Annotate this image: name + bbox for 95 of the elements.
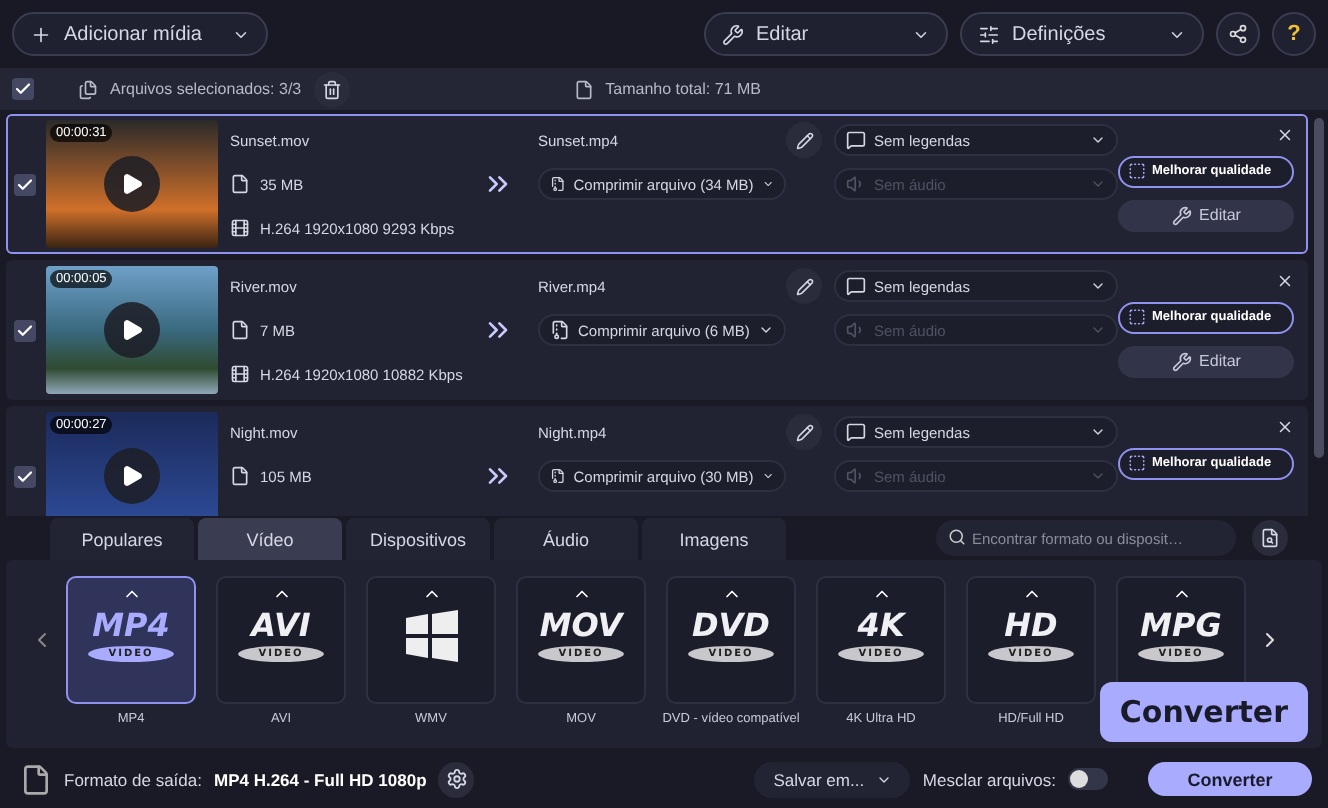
- format-tab[interactable]: Áudio: [494, 518, 638, 560]
- file-icon: [230, 320, 250, 340]
- sliders-icon: [978, 23, 1000, 45]
- film-icon: [230, 218, 250, 238]
- add-media-button[interactable]: Adicionar mídia: [12, 12, 268, 56]
- speech-bubble-icon: [846, 276, 866, 296]
- format-logo-text: AVI: [251, 608, 311, 642]
- total-size: Tamanho total: 71 MB: [605, 80, 761, 98]
- file-icon: [573, 79, 594, 99]
- merge-files-label: Mesclar arquivos:: [922, 769, 1056, 789]
- archive-icon: [550, 320, 570, 340]
- edit-button[interactable]: Editar: [1118, 199, 1294, 231]
- gear-icon: [445, 768, 468, 790]
- scrollbar[interactable]: [1314, 118, 1324, 458]
- chevron-down-icon: [761, 468, 774, 484]
- speaker-icon: [846, 466, 866, 486]
- check-icon: [16, 175, 34, 193]
- play-icon: [120, 172, 144, 196]
- archive-icon: [550, 466, 566, 486]
- file-checkbox[interactable]: [14, 319, 36, 341]
- chevron-down-icon: [761, 176, 774, 192]
- format-tab[interactable]: Imagens: [642, 518, 786, 560]
- pencil-icon: [795, 277, 813, 295]
- play-button[interactable]: [104, 156, 160, 212]
- speech-bubble-icon: [846, 422, 866, 442]
- share-button[interactable]: [1216, 12, 1260, 56]
- windows-logo-icon: [401, 608, 461, 664]
- check-icon: [14, 80, 32, 98]
- format-logo-text: MP4: [92, 608, 170, 642]
- dashed-square-icon: [1128, 308, 1146, 326]
- chevron-down-icon: [758, 322, 774, 338]
- speaker-icon: [846, 320, 866, 340]
- chevron-down-icon: [1090, 278, 1106, 294]
- format-info-button[interactable]: [1252, 520, 1288, 556]
- format-tab[interactable]: Vídeo: [198, 518, 342, 560]
- file-icon: [230, 174, 250, 194]
- edit-menu-button[interactable]: Editar: [704, 12, 948, 56]
- rename-button[interactable]: [786, 122, 822, 158]
- selected-files-count: Arquivos selecionados: 3/3: [110, 80, 302, 98]
- chevron-down-icon: [1090, 176, 1106, 192]
- format-logo-text: 4K: [857, 608, 905, 642]
- file-checkbox[interactable]: [14, 173, 36, 195]
- chevron-down-icon: [1090, 322, 1106, 338]
- format-logo-text: MOV: [539, 608, 623, 642]
- tools-icon: [722, 23, 744, 45]
- files-icon: [78, 79, 98, 99]
- play-button[interactable]: [104, 448, 160, 504]
- rename-button[interactable]: [786, 414, 822, 450]
- dashed-square-icon: [1128, 454, 1146, 472]
- plus-icon: [30, 23, 52, 45]
- format-tab[interactable]: Populares: [50, 518, 194, 560]
- format-tab[interactable]: Dispositivos: [346, 518, 490, 560]
- file-search-icon: [1260, 528, 1280, 548]
- pencil-icon: [795, 423, 813, 441]
- speaker-icon: [846, 174, 866, 194]
- output-format-file-icon: [20, 763, 52, 795]
- file-icon: [230, 466, 250, 486]
- play-icon: [120, 464, 144, 488]
- play-icon: [120, 318, 144, 342]
- close-icon[interactable]: [1276, 417, 1294, 435]
- select-all-checkbox[interactable]: [12, 78, 34, 100]
- chevron-down-icon: [1090, 132, 1106, 148]
- delete-button[interactable]: [313, 71, 350, 107]
- format-logo-text: MPG: [1140, 608, 1222, 642]
- format-logo-text: HD: [1004, 608, 1058, 642]
- dashed-square-icon: [1128, 162, 1146, 180]
- share-icon: [1228, 24, 1248, 44]
- pencil-icon: [795, 131, 813, 149]
- edit-button[interactable]: Editar: [1118, 345, 1294, 377]
- format-settings-button[interactable]: [438, 761, 475, 797]
- convert-tooltip: Converter: [1099, 682, 1308, 742]
- chevron-down-icon: [1090, 468, 1106, 484]
- output-format-label: Formato de saída:: [64, 769, 202, 789]
- help-button[interactable]: ?: [1272, 12, 1316, 56]
- archive-icon: [550, 174, 566, 194]
- format-card[interactable]: [366, 576, 496, 704]
- merge-toggle[interactable]: [1068, 768, 1108, 790]
- check-icon: [16, 321, 34, 339]
- play-button[interactable]: [104, 302, 160, 358]
- tools-icon: [1171, 205, 1192, 225]
- format-logo-text: DVD: [692, 608, 770, 642]
- trash-icon: [321, 79, 342, 99]
- tools-icon: [1171, 351, 1192, 371]
- speech-bubble-icon: [846, 130, 866, 150]
- check-icon: [16, 467, 34, 485]
- film-icon: [230, 364, 250, 384]
- file-checkbox[interactable]: [14, 465, 36, 487]
- close-icon[interactable]: [1276, 271, 1294, 289]
- save-to-dropdown[interactable]: Salvar em...: [754, 761, 911, 797]
- chevron-down-icon: [1090, 424, 1106, 440]
- output-format-value: MP4 H.264 - Full HD 1080p: [213, 769, 427, 789]
- settings-menu-button[interactable]: Definições: [960, 12, 1204, 56]
- convert-button[interactable]: Converter: [1148, 762, 1312, 796]
- close-icon[interactable]: [1276, 125, 1294, 143]
- rename-button[interactable]: [786, 268, 822, 304]
